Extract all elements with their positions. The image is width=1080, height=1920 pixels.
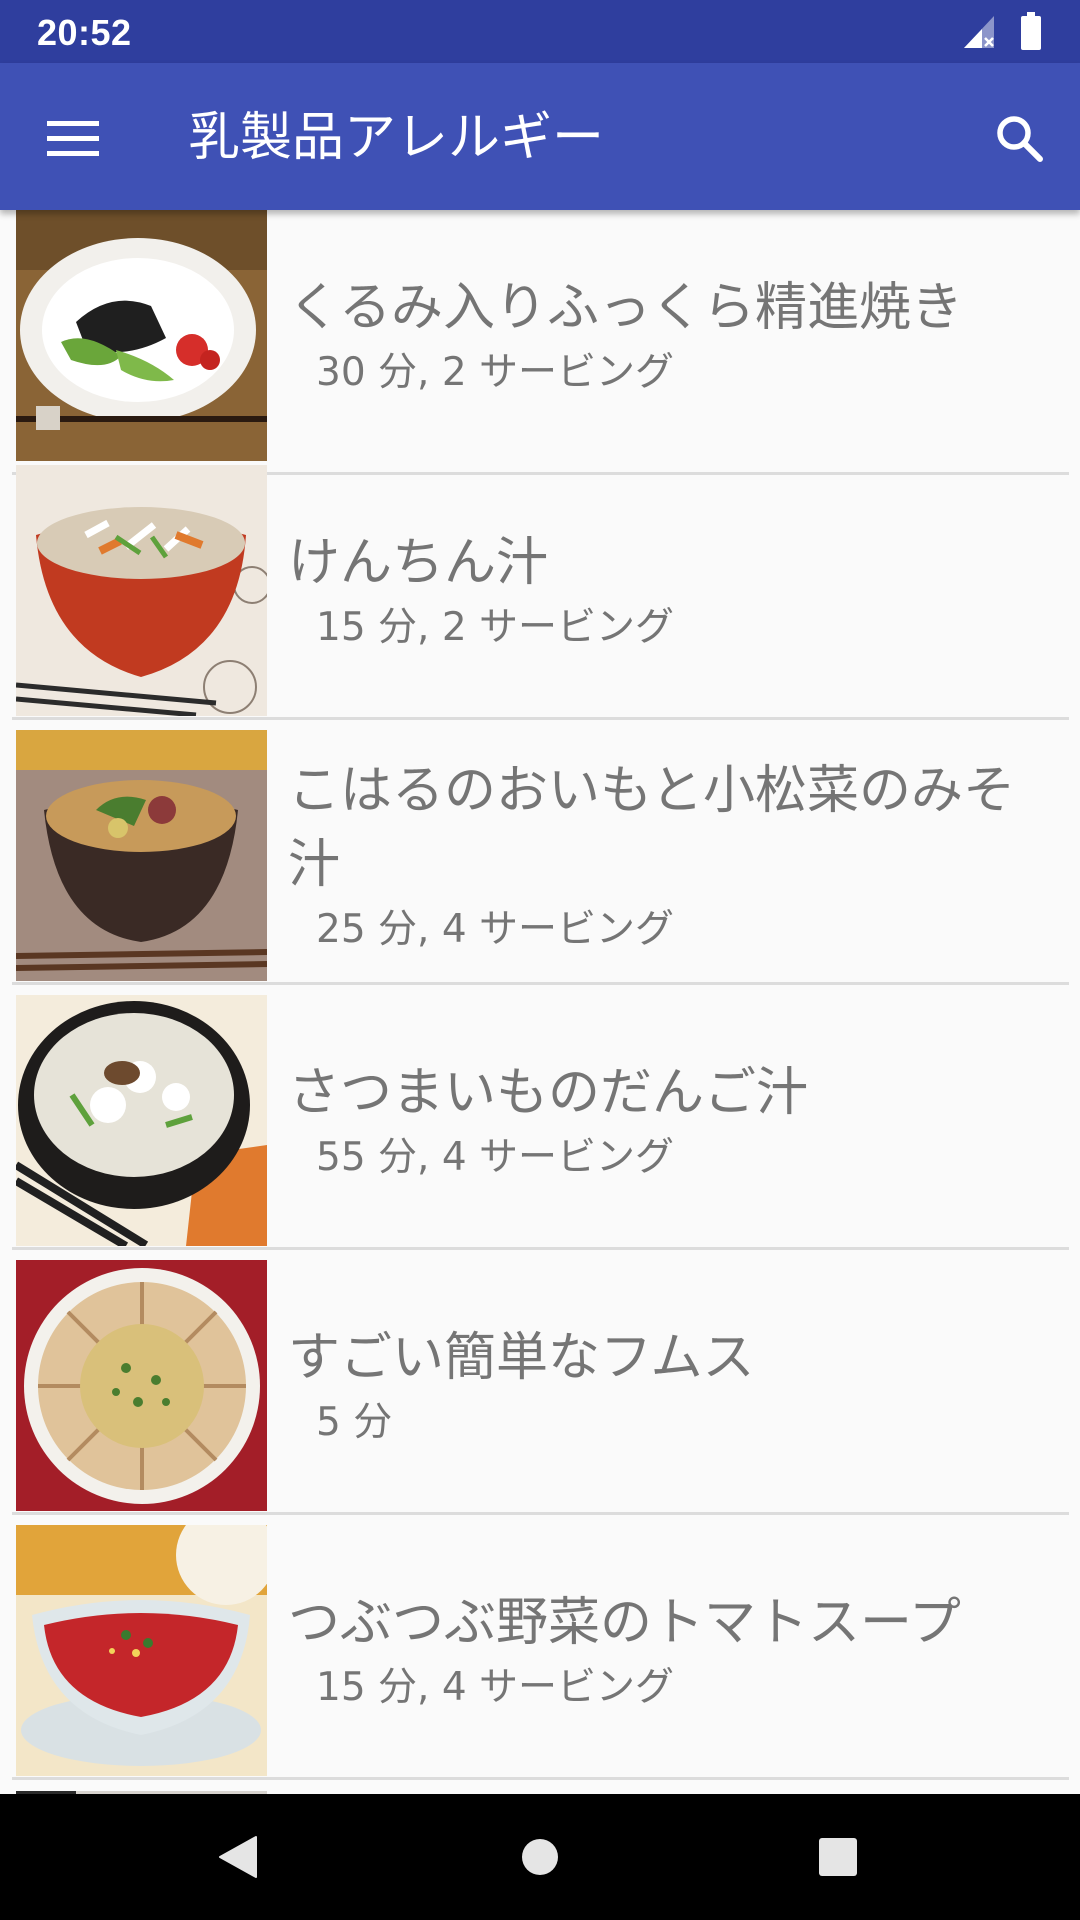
menu-icon: [47, 121, 99, 156]
recipe-title: つぶつぶ野菜のトマトスープ: [288, 1592, 961, 1653]
recipe-thumbnail: [16, 210, 267, 461]
recipe-row[interactable]: すごい簡単なフムス 5 分: [0, 1250, 1080, 1515]
home-button[interactable]: [492, 1814, 588, 1900]
signal-icon: [964, 16, 994, 48]
recipe-row[interactable]: こはるのおいもと小松菜のみそ汁 25 分, 4 サービング: [0, 720, 1080, 985]
recipe-thumbnail: [16, 995, 267, 1246]
status-icons: [960, 12, 1050, 52]
home-icon: [522, 1839, 558, 1875]
recipe-row[interactable]: さつまいものだんご汁 55 分, 4 サービング: [0, 985, 1080, 1250]
recipe-row-partial[interactable]: [0, 1780, 1080, 1794]
recipe-meta: 15 分, 4 サービング: [316, 1664, 675, 1710]
recents-icon: [819, 1838, 857, 1876]
battery-icon: [1021, 12, 1041, 50]
app-bar: 乳製品アレルギー: [0, 63, 1080, 210]
recipe-list[interactable]: くるみ入りふっくら精進焼き 30 分, 2 サービング けんちん汁 15 分, …: [0, 210, 1080, 1794]
recipe-meta: 15 分, 2 サービング: [316, 604, 675, 650]
recipe-info: さつまいものだんご汁 55 分, 4 サービング: [288, 995, 1058, 1246]
recipe-meta: 5 分: [316, 1399, 393, 1445]
recipe-meta: 25 分, 4 サービング: [316, 906, 675, 952]
recipe-meta: 30 分, 2 サービング: [316, 349, 675, 395]
navigation-bar: [0, 1794, 1080, 1920]
recipe-info: くるみ入りふっくら精進焼き 30 分, 2 サービング: [288, 210, 1058, 461]
status-time: 20:52: [37, 12, 132, 53]
recipe-row[interactable]: けんちん汁 15 分, 2 サービング: [0, 455, 1080, 720]
status-bar: 20:52: [0, 0, 1080, 63]
search-button[interactable]: [982, 101, 1058, 177]
recipe-info: すごい簡単なフムス 5 分: [288, 1260, 1058, 1511]
recipe-thumbnail: [16, 1525, 267, 1776]
recipe-info: こはるのおいもと小松菜のみそ汁 25 分, 4 サービング: [288, 730, 1058, 981]
recipe-thumbnail: [16, 465, 267, 716]
recipe-meta: 55 分, 4 サービング: [316, 1134, 675, 1180]
recipe-row[interactable]: くるみ入りふっくら精進焼き 30 分, 2 サービング: [0, 210, 1080, 475]
recipe-title: すごい簡単なフムス: [288, 1327, 755, 1388]
recipe-title: さつまいものだんご汁: [288, 1062, 809, 1123]
recents-button[interactable]: [790, 1814, 886, 1900]
recipe-title: くるみ入りふっくら精進焼き: [288, 277, 963, 338]
page-title: 乳製品アレルギー: [188, 108, 605, 168]
recipe-row[interactable]: つぶつぶ野菜のトマトスープ 15 分, 4 サービング: [0, 1515, 1080, 1780]
recipe-title: こはるのおいもと小松菜のみそ汁: [288, 760, 1015, 895]
recipe-info: けんちん汁 15 分, 2 サービング: [288, 465, 1058, 716]
recipe-info: つぶつぶ野菜のトマトスープ 15 分, 4 サービング: [288, 1525, 1058, 1776]
recipe-thumbnail: [16, 730, 267, 981]
menu-button[interactable]: [26, 103, 120, 173]
recipe-title: けんちん汁: [288, 532, 549, 593]
back-icon: [219, 1836, 257, 1878]
search-icon: [997, 116, 1043, 162]
back-button[interactable]: [190, 1814, 286, 1900]
recipe-thumbnail: [16, 1260, 267, 1511]
